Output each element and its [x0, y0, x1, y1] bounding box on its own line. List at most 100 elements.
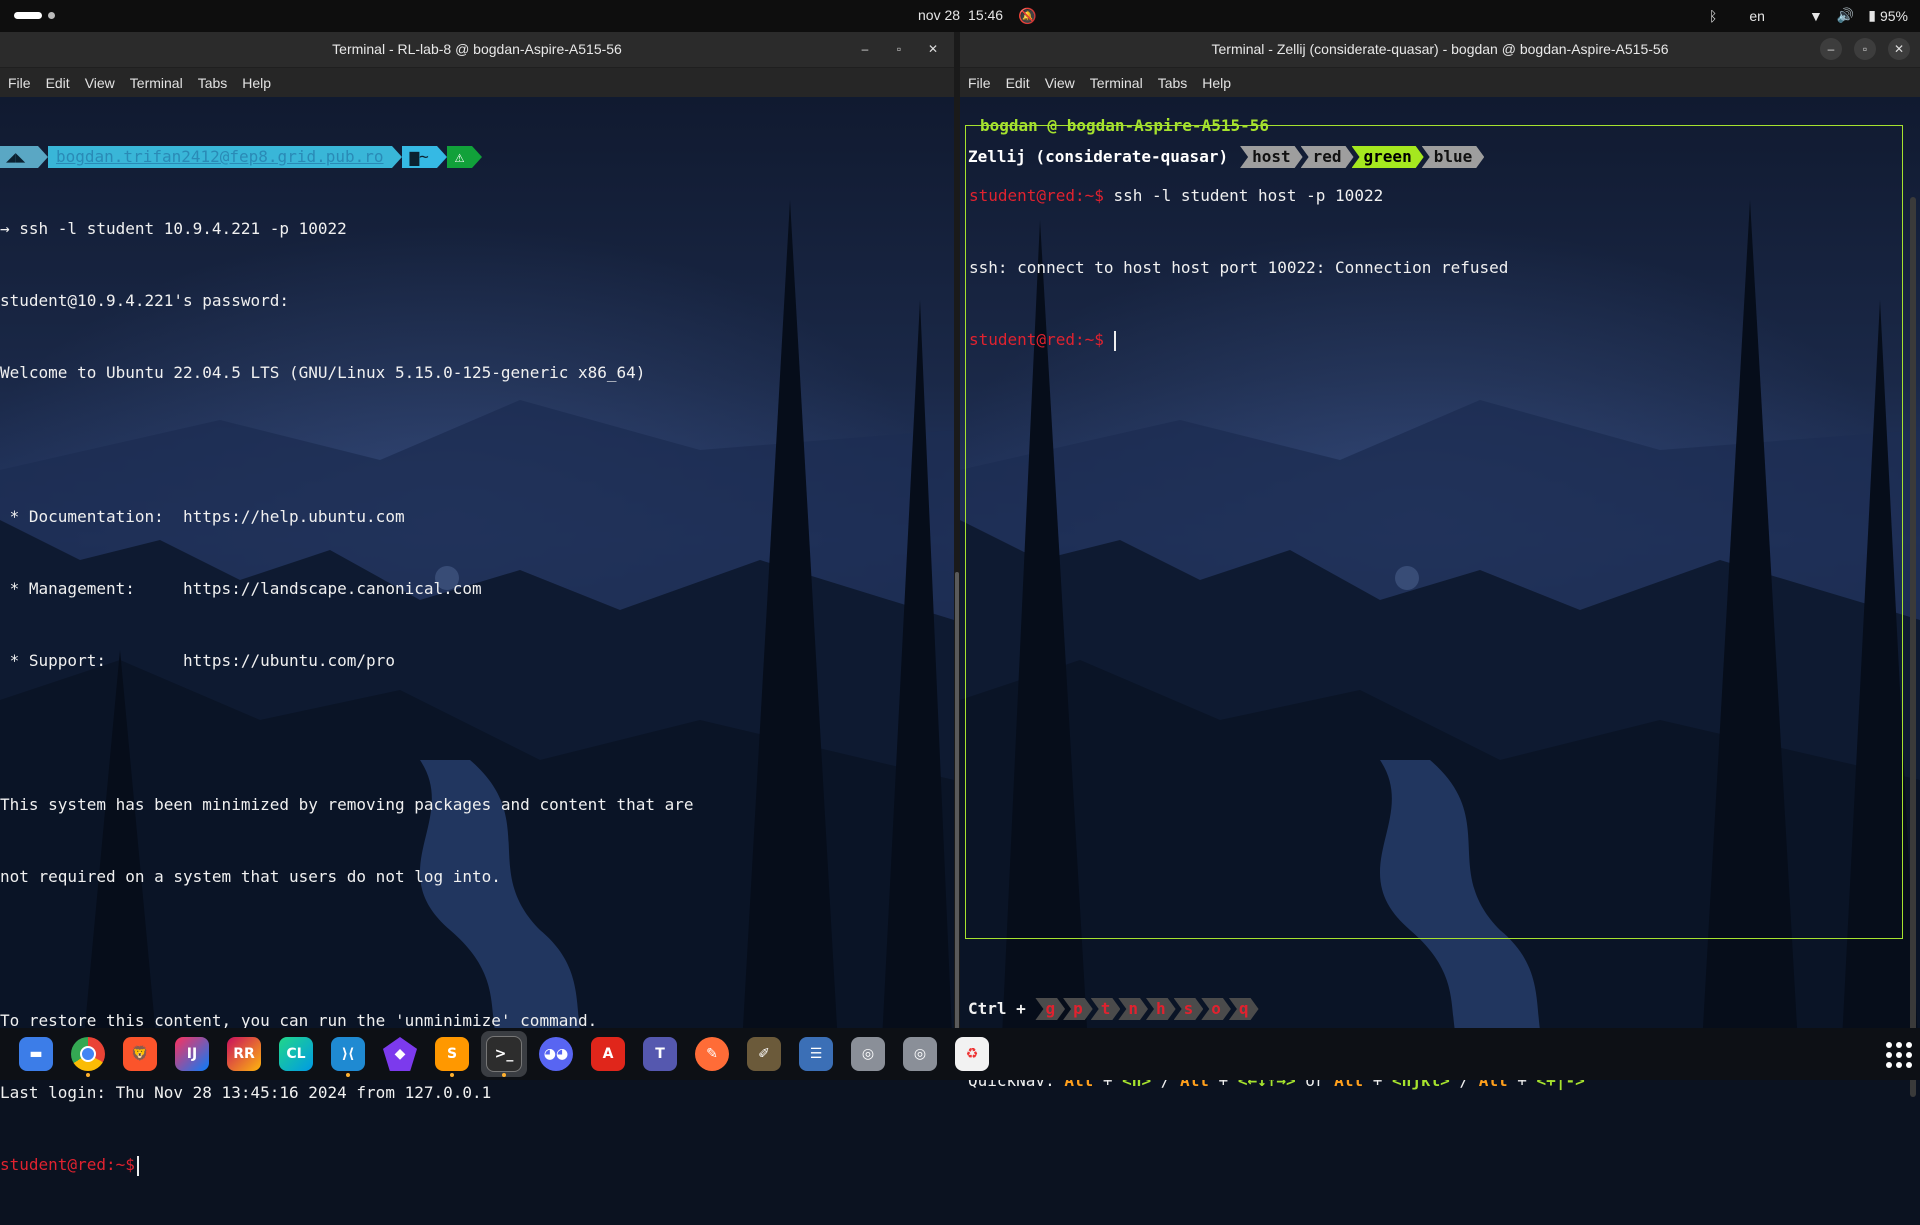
pane-title: bogdan @ bogdan-Aspire-A515-56: [980, 116, 1269, 135]
trash-icon: ♻: [955, 1037, 989, 1071]
menu-file[interactable]: File: [8, 75, 31, 91]
terminal-window-left[interactable]: Terminal - RL-lab-8 @ bogdan-Aspire-A515…: [0, 32, 954, 1176]
dock-app-obsidian[interactable]: ◆: [374, 1028, 426, 1080]
top-bar: nov 28 15:46 🔕 ᛒ en ▼ 🔊 ▮ 95%: [0, 0, 1920, 32]
dock-app-chrome[interactable]: [62, 1028, 114, 1080]
zellij-pane[interactable]: bogdan @ bogdan-Aspire-A515-56 student@r…: [965, 116, 1903, 939]
folder-icon: ▬: [19, 1037, 53, 1071]
terminal-line: * Support: https://ubuntu.com/pro: [0, 651, 395, 670]
dock-app-acrobat[interactable]: A: [582, 1028, 634, 1080]
prompt-dir-text: ~: [419, 147, 429, 166]
language-indicator[interactable]: en: [1749, 8, 1765, 24]
workspace-indicator[interactable]: [14, 12, 55, 19]
menu-terminal[interactable]: Terminal: [130, 75, 183, 91]
key-n: n: [1118, 998, 1148, 1020]
terminal-window-right[interactable]: Terminal - Zellij (considerate-quasar) -…: [960, 32, 1920, 1097]
close-button[interactable]: ✕: [1888, 38, 1910, 60]
battery-percent: 95%: [1879, 7, 1908, 24]
dock-app-brave[interactable]: 🦁: [114, 1028, 166, 1080]
scrollbar[interactable]: [1910, 197, 1916, 1097]
menu-edit[interactable]: Edit: [1006, 75, 1030, 91]
brave-icon: 🦁: [123, 1037, 157, 1071]
window-titlebar[interactable]: Terminal - Zellij (considerate-quasar) -…: [960, 32, 1920, 68]
menu-edit[interactable]: Edit: [46, 75, 70, 91]
minimize-button[interactable]: –: [1820, 38, 1842, 60]
window-titlebar[interactable]: Terminal - RL-lab-8 @ bogdan-Aspire-A515…: [0, 32, 954, 68]
menu-help[interactable]: Help: [1202, 75, 1231, 91]
system-tray[interactable]: ᛒ en ▼ 🔊 ▮ 95%: [1709, 7, 1908, 24]
shell-prompt: student@red:~$: [0, 1155, 135, 1174]
intellij-icon: IJ: [175, 1037, 209, 1071]
key-p: p: [1063, 998, 1093, 1020]
dock-app-postman[interactable]: ✎: [686, 1028, 738, 1080]
battery-icon[interactable]: ▮: [1868, 7, 1876, 24]
volume-icon[interactable]: 🔊: [1837, 7, 1854, 24]
folder-icon: ▆: [409, 147, 420, 166]
menu-view[interactable]: View: [85, 75, 115, 91]
dock: ▬ 🦁 IJ RR CL ⟩⟨ ◆ S >_ ◕◕ A T ✎ ✐ ☰ ◎ ◎ …: [0, 1028, 1920, 1080]
menu-terminal[interactable]: Terminal: [1090, 75, 1143, 91]
inactive-workspace-dot[interactable]: [48, 12, 55, 19]
dock-app-teams[interactable]: T: [634, 1028, 686, 1080]
clion-icon: CL: [279, 1037, 313, 1071]
dock-app-trash[interactable]: ♻: [946, 1028, 998, 1080]
menu-file[interactable]: File: [968, 75, 991, 91]
running-indicator: [502, 1073, 506, 1077]
rider-icon: RR: [227, 1037, 261, 1071]
dock-app-intellij[interactable]: IJ: [166, 1028, 218, 1080]
terminal-line: Last login: Thu Nov 28 13:45:16 2024 fro…: [0, 1083, 492, 1102]
pdf-icon: A: [591, 1037, 625, 1071]
menu-bar: File Edit View Terminal Tabs Help: [960, 68, 1920, 97]
prompt-line[interactable]: student@red:~$: [0, 1153, 954, 1177]
terminal-line: → ssh -l student 10.9.4.221 -p 10022: [0, 219, 347, 238]
maximize-button[interactable]: ▫: [1854, 38, 1876, 60]
menu-tabs[interactable]: Tabs: [198, 75, 228, 91]
dock-app-files[interactable]: ▬: [10, 1028, 62, 1080]
dock-app-disk-2[interactable]: ◎: [894, 1028, 946, 1080]
close-button[interactable]: ✕: [922, 38, 944, 60]
dock-app-rider[interactable]: RR: [218, 1028, 270, 1080]
active-workspace-pill[interactable]: [14, 12, 42, 19]
window-title: Terminal - RL-lab-8 @ bogdan-Aspire-A515…: [332, 41, 622, 57]
maximize-button[interactable]: ▫: [888, 38, 910, 60]
terminal-line: This system has been minimized by removi…: [0, 795, 694, 814]
key-t: t: [1091, 998, 1121, 1020]
terminal-line: * Documentation: https://help.ubuntu.com: [0, 507, 405, 526]
key-g: g: [1035, 998, 1065, 1020]
bluetooth-icon[interactable]: ᛒ: [1709, 8, 1717, 24]
menu-help[interactable]: Help: [242, 75, 271, 91]
ctrl-keybindings: Ctrl + gptnhsoq: [968, 997, 1585, 1021]
prompt-line[interactable]: student@red:~$: [969, 328, 1508, 352]
dock-app-disk-1[interactable]: ◎: [842, 1028, 894, 1080]
dock-app-clion[interactable]: CL: [270, 1028, 322, 1080]
ctrl-label: Ctrl +: [968, 999, 1026, 1018]
wifi-icon[interactable]: ▼: [1809, 8, 1823, 24]
dock-app-vscode[interactable]: ⟩⟨: [322, 1028, 374, 1080]
text-cursor: [1113, 330, 1116, 351]
vscode-icon: ⟩⟨: [331, 1037, 365, 1071]
minimize-button[interactable]: –: [854, 38, 876, 60]
warning-icon: ⚠: [446, 146, 473, 168]
dock-app-discord[interactable]: ◕◕: [530, 1028, 582, 1080]
prompt-dir: ▆~: [401, 146, 437, 168]
clock[interactable]: nov 28 15:46: [918, 7, 1003, 23]
terminal-icon: >_: [486, 1036, 522, 1072]
scrollbar-thumb[interactable]: [955, 572, 959, 1032]
date-text: nov 28: [918, 7, 961, 23]
sublime-icon: S: [435, 1037, 469, 1071]
dock-app-gimp[interactable]: ✐: [738, 1028, 790, 1080]
disk-icon: ◎: [903, 1037, 937, 1071]
menu-tabs[interactable]: Tabs: [1158, 75, 1188, 91]
dock-app-settings-list[interactable]: ☰: [790, 1028, 842, 1080]
zellij-terminal[interactable]: Zellij (considerate-quasar) host red gre…: [960, 97, 1920, 1097]
dock-app-sublime[interactable]: S: [426, 1028, 478, 1080]
show-apps-grid-icon[interactable]: [1886, 1042, 1912, 1068]
terminal-line: not required on a system that users do n…: [0, 867, 501, 886]
key-q: q: [1229, 998, 1259, 1020]
terminal-output[interactable]: ◢◣ bogdan.trifan2412@fep8.grid.pub.ro ▆~…: [0, 97, 954, 1176]
menu-view[interactable]: View: [1045, 75, 1075, 91]
prompt-bar: ◢◣ bogdan.trifan2412@fep8.grid.pub.ro ▆~…: [0, 146, 954, 168]
window-title: Terminal - Zellij (considerate-quasar) -…: [1211, 41, 1669, 57]
dock-app-terminal[interactable]: >_: [478, 1028, 530, 1080]
